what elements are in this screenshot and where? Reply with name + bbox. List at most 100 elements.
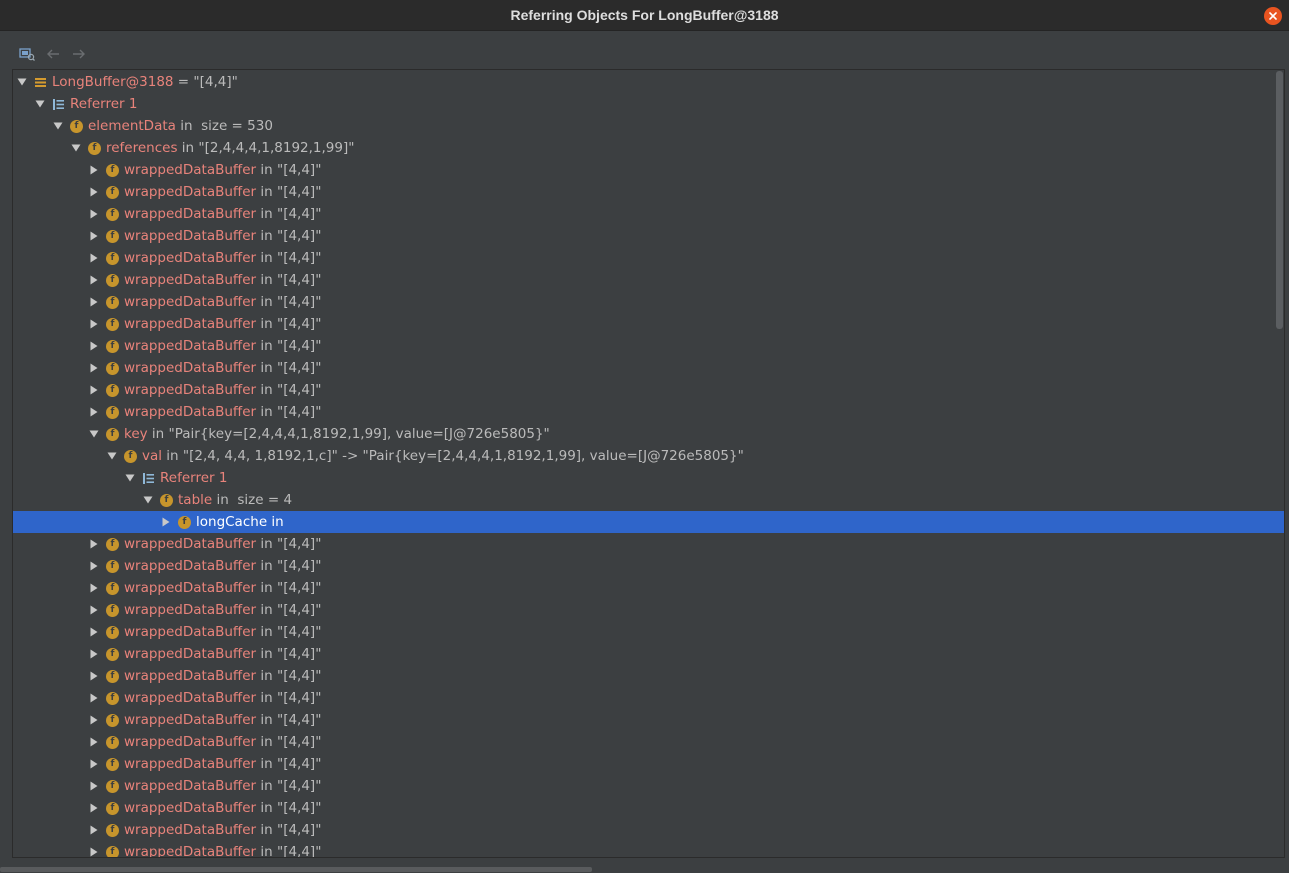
- collapsed-triangle-icon[interactable]: [88, 555, 100, 577]
- tree-row[interactable]: LongBuffer@3188 = "[4,4]": [13, 71, 1284, 93]
- expanded-triangle-icon[interactable]: [142, 489, 154, 511]
- collapsed-triangle-icon[interactable]: [88, 533, 100, 555]
- close-button[interactable]: [1264, 7, 1282, 25]
- node-name: table: [178, 492, 213, 508]
- tree-row[interactable]: f wrappedDataBuffer in "[4,4]": [13, 797, 1284, 819]
- expanded-triangle-icon[interactable]: [52, 115, 64, 137]
- tree-row[interactable]: f wrappedDataBuffer in "[4,4]": [13, 247, 1284, 269]
- expanded-triangle-icon[interactable]: [106, 445, 118, 467]
- collapsed-triangle-icon[interactable]: [88, 335, 100, 357]
- back-arrow-icon[interactable]: [45, 47, 63, 61]
- tree-row[interactable]: f wrappedDataBuffer in "[4,4]": [13, 335, 1284, 357]
- collapsed-triangle-icon[interactable]: [88, 357, 100, 379]
- tree-row[interactable]: f wrappedDataBuffer in "[4,4]": [13, 577, 1284, 599]
- node-name: Referrer 1: [160, 470, 228, 486]
- collapsed-triangle-icon[interactable]: [88, 247, 100, 269]
- field-icon: f: [106, 801, 119, 815]
- tree-row[interactable]: f wrappedDataBuffer in "[4,4]": [13, 313, 1284, 335]
- collapsed-triangle-icon[interactable]: [88, 753, 100, 775]
- tree-row[interactable]: f wrappedDataBuffer in "[4,4]": [13, 159, 1284, 181]
- tree-row[interactable]: f wrappedDataBuffer in "[4,4]": [13, 379, 1284, 401]
- node-name: wrappedDataBuffer: [124, 712, 257, 728]
- collapsed-triangle-icon[interactable]: [88, 731, 100, 753]
- expanded-triangle-icon[interactable]: [34, 93, 46, 115]
- tree-row[interactable]: f val in "[2,4, 4,4, 1,8192,1,c]" -> "Pai…: [13, 445, 1284, 467]
- filter-referrers-icon[interactable]: [19, 47, 37, 61]
- node-name: wrappedDataBuffer: [124, 668, 257, 684]
- collapsed-triangle-icon[interactable]: [88, 665, 100, 687]
- tree-row[interactable]: f wrappedDataBuffer in "[4,4]": [13, 599, 1284, 621]
- collapsed-triangle-icon[interactable]: [88, 269, 100, 291]
- collapsed-triangle-icon[interactable]: [88, 225, 100, 247]
- field-icon: f: [106, 823, 119, 837]
- field-icon: f: [106, 229, 119, 243]
- expanded-triangle-icon[interactable]: [16, 71, 28, 93]
- tree-row[interactable]: f wrappedDataBuffer in "[4,4]": [13, 665, 1284, 687]
- tree-row[interactable]: f references in "[2,4,4,4,1,8192,1,99]": [13, 137, 1284, 159]
- expanded-triangle-icon[interactable]: [88, 423, 100, 445]
- field-icon: f: [106, 207, 119, 221]
- collapsed-triangle-icon[interactable]: [88, 687, 100, 709]
- node-value: in "[4,4]": [256, 228, 322, 244]
- collapsed-triangle-icon[interactable]: [88, 577, 100, 599]
- field-icon: f: [106, 273, 119, 287]
- tree-row[interactable]: f table in size = 4: [13, 489, 1284, 511]
- expanded-triangle-icon[interactable]: [70, 137, 82, 159]
- node-value: in "Pair{key=[2,4,4,4,1,8192,1,99], valu…: [147, 426, 550, 442]
- field-icon: f: [106, 559, 119, 573]
- collapsed-triangle-icon[interactable]: [88, 313, 100, 335]
- horizontal-scrollbar[interactable]: [0, 865, 1289, 873]
- tree-row[interactable]: f longCache in: [13, 511, 1284, 533]
- expanded-triangle-icon[interactable]: [124, 467, 136, 489]
- collapsed-triangle-icon[interactable]: [88, 181, 100, 203]
- tree-row[interactable]: f wrappedDataBuffer in "[4,4]": [13, 225, 1284, 247]
- collapsed-triangle-icon[interactable]: [88, 401, 100, 423]
- collapsed-triangle-icon[interactable]: [88, 841, 100, 857]
- node-value: in "[4,4]": [256, 668, 322, 684]
- collapsed-triangle-icon[interactable]: [88, 709, 100, 731]
- collapsed-triangle-icon[interactable]: [88, 291, 100, 313]
- collapsed-triangle-icon[interactable]: [88, 775, 100, 797]
- collapsed-triangle-icon[interactable]: [160, 511, 172, 533]
- tree-row[interactable]: f wrappedDataBuffer in "[4,4]": [13, 203, 1284, 225]
- tree-row[interactable]: Referrer 1: [13, 93, 1284, 115]
- collapsed-triangle-icon[interactable]: [88, 159, 100, 181]
- tree-row[interactable]: f wrappedDataBuffer in "[4,4]": [13, 687, 1284, 709]
- field-icon: f: [106, 603, 119, 617]
- tree-row[interactable]: f key in "Pair{key=[2,4,4,4,1,8192,1,99],…: [13, 423, 1284, 445]
- collapsed-triangle-icon[interactable]: [88, 599, 100, 621]
- collapsed-triangle-icon[interactable]: [88, 379, 100, 401]
- referring-objects-tree[interactable]: LongBuffer@3188 = "[4,4]" Referrer 1 f elem…: [12, 69, 1285, 858]
- tree-row[interactable]: Referrer 1: [13, 467, 1284, 489]
- tree-row[interactable]: f wrappedDataBuffer in "[4,4]": [13, 621, 1284, 643]
- tree-row[interactable]: f wrappedDataBuffer in "[4,4]": [13, 775, 1284, 797]
- tree-row[interactable]: f wrappedDataBuffer in "[4,4]": [13, 181, 1284, 203]
- tree-row[interactable]: f wrappedDataBuffer in "[4,4]": [13, 819, 1284, 841]
- tree-row[interactable]: f wrappedDataBuffer in "[4,4]": [13, 533, 1284, 555]
- tree-row[interactable]: f wrappedDataBuffer in "[4,4]": [13, 357, 1284, 379]
- collapsed-triangle-icon[interactable]: [88, 643, 100, 665]
- tree-row[interactable]: f wrappedDataBuffer in "[4,4]": [13, 643, 1284, 665]
- tree-row[interactable]: f wrappedDataBuffer in "[4,4]": [13, 401, 1284, 423]
- tree-row[interactable]: f wrappedDataBuffer in "[4,4]": [13, 841, 1284, 858]
- node-name: wrappedDataBuffer: [124, 536, 257, 552]
- horizontal-scrollbar-thumb[interactable]: [0, 867, 592, 872]
- tree-row[interactable]: f wrappedDataBuffer in "[4,4]": [13, 291, 1284, 313]
- forward-arrow-icon[interactable]: [71, 47, 89, 61]
- vertical-scrollbar-thumb[interactable]: [1276, 71, 1283, 329]
- tree-row[interactable]: f wrappedDataBuffer in "[4,4]": [13, 731, 1284, 753]
- collapsed-triangle-icon[interactable]: [88, 797, 100, 819]
- tree-row[interactable]: f elementData in size = 530: [13, 115, 1284, 137]
- tree-row[interactable]: f wrappedDataBuffer in "[4,4]": [13, 709, 1284, 731]
- field-icon: f: [106, 735, 119, 749]
- tree-row[interactable]: f wrappedDataBuffer in "[4,4]": [13, 555, 1284, 577]
- tree-row[interactable]: f wrappedDataBuffer in "[4,4]": [13, 753, 1284, 775]
- field-icon: f: [106, 845, 119, 857]
- collapsed-triangle-icon[interactable]: [88, 203, 100, 225]
- collapsed-triangle-icon[interactable]: [88, 621, 100, 643]
- vertical-scrollbar[interactable]: [1276, 71, 1284, 856]
- tree-row[interactable]: f wrappedDataBuffer in "[4,4]": [13, 269, 1284, 291]
- collapsed-triangle-icon[interactable]: [88, 819, 100, 841]
- node-name: wrappedDataBuffer: [124, 844, 257, 858]
- field-icon: f: [106, 625, 119, 639]
